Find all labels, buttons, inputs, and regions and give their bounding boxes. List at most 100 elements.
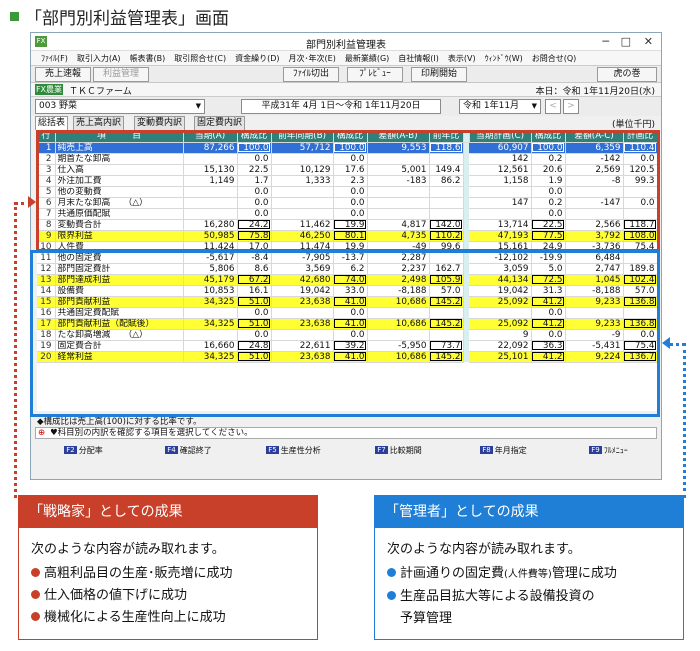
- bullet-icon: [31, 568, 40, 577]
- function-key-bar: F2 分配率 F4 確認終了 F5 生産性分析 F7 比較期間 F8 年月指定 F9 ﾌﾙﾒ…: [31, 443, 661, 457]
- menu-monthly[interactable]: 月次･年次(E): [289, 53, 336, 64]
- fkey-text: 年月指定: [494, 445, 527, 455]
- list-item: 高粗利品目の生産･販売増に成功: [31, 563, 317, 585]
- month-value: 令和 1年11月: [463, 101, 520, 111]
- menu-help[interactable]: お問合せ(Q): [532, 53, 577, 64]
- menu-bar: ﾌｧｲﾙ(F) 取引入力(A) 帳表書(B) 取引照合せ(C) 資金繰り(D) …: [31, 51, 661, 66]
- tab-bar: 総括表 売上高内訳 変動費内訳 固定費内訳 (単位千円): [31, 116, 661, 130]
- fkey-label: F9: [589, 446, 602, 454]
- list-item-text: 仕入価格の値下げに成功: [44, 588, 188, 603]
- fkey-label: F7: [375, 446, 388, 454]
- company-bar: FX農業 ＴＫＣファーム 本日：令和 1年11月20日(水): [31, 83, 661, 97]
- list-item-text: 管理に成功: [551, 566, 617, 581]
- bullet-icon: [387, 591, 396, 600]
- fkey-text: ﾌﾙﾒﾆｭｰ: [603, 445, 628, 455]
- fx-badge: FX農業: [35, 84, 63, 95]
- menu-view[interactable]: 表示(V): [448, 53, 476, 64]
- period-field[interactable]: 平成31年 4月 1日〜令和 1年11月20日: [241, 99, 441, 114]
- menu-cash[interactable]: 資金繰り(D): [235, 53, 279, 64]
- today-date: 本日：令和 1年11月20日(水): [535, 87, 655, 97]
- fkey-f4[interactable]: F4 確認終了: [136, 443, 241, 457]
- manager-highlight-box: [30, 250, 660, 417]
- list-item-note: (人件費等): [504, 569, 552, 580]
- tab-fixed-detail[interactable]: 固定費内訳: [194, 116, 246, 130]
- department-value: 003 野菜: [39, 101, 78, 111]
- tab-sales-detail[interactable]: 売上高内訳: [73, 116, 125, 130]
- strategist-highlight-box: [36, 130, 660, 252]
- menu-window[interactable]: ｳｨﾝﾄﾞｳ(W): [485, 53, 523, 64]
- list-item-text: 高粗利品目の生産･販売増に成功: [44, 566, 233, 581]
- list-item: 生産品目拡大等による設備投資の: [387, 586, 683, 608]
- crosshair-icon: ⊕: [38, 428, 46, 438]
- red-dotted-connector: [14, 202, 17, 498]
- tab-sales-report[interactable]: 売上速報: [35, 67, 91, 82]
- guide-button[interactable]: 虎の巻: [597, 67, 657, 82]
- list-item: 仕入価格の値下げに成功: [31, 585, 317, 607]
- list-item: 機械化による生産性向上に成功: [31, 607, 317, 629]
- tab-profit-management[interactable]: 利益管理: [93, 67, 149, 82]
- preview-button[interactable]: ﾌﾟﾚﾋﾞｭｰ: [347, 67, 403, 82]
- fkey-f5[interactable]: F5 生産性分析: [241, 443, 346, 457]
- fkey-f8[interactable]: F8 年月指定: [451, 443, 556, 457]
- close-icon[interactable]: ✕: [644, 35, 653, 48]
- strategist-card: 「戦略家」としての成果 次のような内容が読み取れます。 高粗利品目の生産･販売増…: [18, 495, 318, 640]
- month-select[interactable]: 令和 1年11月 ▼: [459, 99, 541, 114]
- menu-reports[interactable]: 帳表書(B): [130, 53, 166, 64]
- chevron-down-icon: ▼: [195, 102, 201, 110]
- fkey-label: F4: [165, 446, 178, 454]
- window-title: 部門別利益管理表: [306, 40, 386, 51]
- red-arrow-icon: [28, 196, 36, 208]
- fkey-f2[interactable]: F2 分配率: [31, 443, 136, 457]
- fkey-label: F5: [266, 446, 279, 454]
- list-item-text: 生産品目拡大等による設備投資の: [400, 589, 595, 604]
- blue-dotted-connector: [683, 343, 686, 498]
- list-item: 予算管理: [387, 608, 683, 630]
- bullet-icon: [31, 590, 40, 599]
- blue-arrow-icon: [662, 337, 670, 349]
- fkey-label: F8: [480, 446, 493, 454]
- manager-card-title: 「管理者」としての成果: [375, 496, 683, 528]
- company-name: ＴＫＣファーム: [69, 87, 132, 97]
- tab-summary[interactable]: 総括表: [35, 116, 69, 130]
- menu-company[interactable]: 自社情報(I): [398, 53, 439, 64]
- manager-card: 「管理者」としての成果 次のような内容が読み取れます。 計画通りの固定費(人件費…: [374, 495, 684, 640]
- prev-month-button[interactable]: <: [545, 99, 561, 114]
- bullet-square-icon: [10, 12, 19, 21]
- minimize-icon[interactable]: ─: [602, 35, 609, 48]
- unit-label: (単位千円): [611, 120, 655, 130]
- fkey-f9[interactable]: F9 ﾌﾙﾒﾆｭｰ: [556, 443, 661, 457]
- department-select[interactable]: 003 野菜 ▼: [35, 99, 205, 114]
- blue-dotted-connector-h: [670, 343, 685, 346]
- list-item-text: 予算管理: [400, 611, 453, 626]
- fkey-text: 分配率: [78, 445, 103, 455]
- status-bar: ⊕ ♥科目別の内訳を確認する項目を選択してください。: [35, 427, 657, 439]
- bullet-icon: [31, 612, 40, 621]
- toolbar: 売上速報 利益管理 ﾌｧｲﾙ切出 ﾌﾟﾚﾋﾞｭｰ 印刷開始 虎の巻: [31, 66, 661, 83]
- menu-file[interactable]: ﾌｧｲﾙ(F): [41, 53, 68, 64]
- menu-matching[interactable]: 取引照合せ(C): [174, 53, 226, 64]
- fkey-text: 確認終了: [179, 445, 212, 455]
- fkey-label: F2: [64, 446, 77, 454]
- fkey-text: 比較期間: [389, 445, 422, 455]
- manager-card-lead: 次のような内容が読み取れます。: [387, 542, 581, 557]
- page-heading: 「部門別利益管理表」画面: [10, 4, 229, 29]
- heading-text: 「部門別利益管理表」画面: [25, 9, 229, 29]
- chevron-down-icon: ▼: [531, 102, 537, 110]
- fkey-f7[interactable]: F7 比較期間: [346, 443, 451, 457]
- print-button[interactable]: 印刷開始: [411, 67, 467, 82]
- menu-entry[interactable]: 取引入力(A): [77, 53, 121, 64]
- next-month-button[interactable]: >: [563, 99, 579, 114]
- menu-performance[interactable]: 最新業績(G): [345, 53, 389, 64]
- list-item-text: 機械化による生産性向上に成功: [44, 610, 226, 625]
- tab-variable-detail[interactable]: 変動費内訳: [134, 116, 186, 130]
- filter-bar: 003 野菜 ▼ 平成31年 4月 1日〜令和 1年11月20日 令和 1年11月…: [31, 97, 661, 116]
- bullet-icon: [387, 568, 396, 577]
- fkey-text: 生産性分析: [280, 445, 321, 455]
- status-text: ♥科目別の内訳を確認する項目を選択してください。: [50, 428, 253, 438]
- maximize-icon[interactable]: □: [621, 35, 631, 48]
- export-button[interactable]: ﾌｧｲﾙ切出: [283, 67, 339, 82]
- list-item: 計画通りの固定費(人件費等)管理に成功: [387, 563, 683, 586]
- strategist-card-lead: 次のような内容が読み取れます。: [31, 542, 225, 557]
- list-item-text: 計画通りの固定費: [400, 566, 505, 581]
- title-bar: FX 部門別利益管理表 ─ □ ✕: [31, 33, 661, 51]
